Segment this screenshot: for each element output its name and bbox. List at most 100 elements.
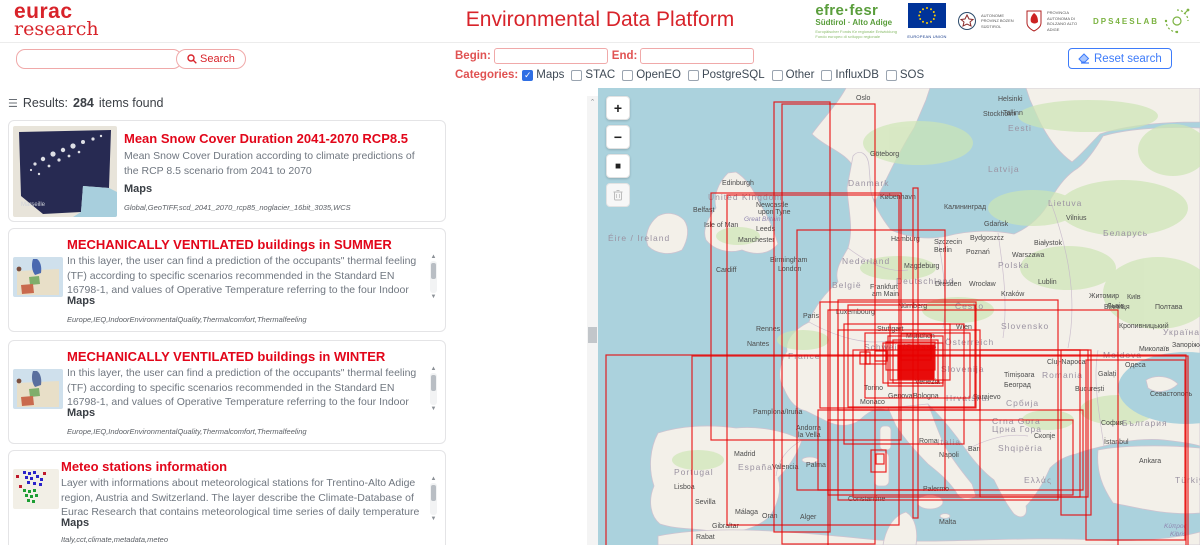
result-card-summer[interactable]: MECHANICALLY VENTILATED buildings in SUM… bbox=[8, 228, 446, 332]
result-card-snow-cover[interactable]: Marseille Mean Snow Cover Duration 2041-… bbox=[8, 120, 446, 222]
eraser-icon bbox=[1078, 53, 1090, 64]
scroll-down-icon[interactable]: ▼ bbox=[431, 406, 437, 412]
map-label: Helsinki bbox=[998, 96, 1023, 103]
eu-flag-logo: EUROPEAN UNION bbox=[907, 3, 947, 39]
search-input[interactable] bbox=[16, 49, 182, 69]
scroll-down-icon[interactable]: ▼ bbox=[431, 516, 437, 522]
result-category: Maps bbox=[67, 295, 96, 307]
map-label: Κύπρος bbox=[1164, 522, 1188, 530]
map-label: Одеса bbox=[1125, 362, 1146, 369]
scroll-up-icon[interactable]: ▲ bbox=[431, 476, 437, 482]
map-label: Paris bbox=[803, 313, 819, 320]
dps4eslab-icon bbox=[1164, 8, 1190, 34]
map-label: Lietuva bbox=[1048, 198, 1082, 208]
zoom-in-button[interactable]: + bbox=[606, 96, 630, 120]
result-title[interactable]: Meteo stations information bbox=[61, 459, 227, 474]
basemap[interactable]: OsloStockholmHelsinkiTallinnEestiLatvija… bbox=[598, 88, 1200, 545]
result-title[interactable]: MECHANICALLY VENTILATED buildings in WIN… bbox=[67, 349, 385, 364]
checkbox-maps[interactable]: ✓ bbox=[522, 69, 534, 81]
category-label: Maps bbox=[536, 69, 565, 81]
thumbnail[interactable] bbox=[13, 469, 59, 509]
scrollbar-up-icon[interactable]: ⌃ bbox=[587, 98, 598, 106]
category-label: InfluxDB bbox=[835, 69, 879, 81]
result-tags: Italy,cct,climate,metadata,meteo bbox=[61, 535, 168, 544]
map-label: Миколаїв bbox=[1139, 346, 1170, 353]
map-label: Warszawa bbox=[1012, 252, 1045, 259]
category-influxdb[interactable]: InfluxDB bbox=[821, 69, 879, 81]
checkbox-influxdb[interactable] bbox=[821, 69, 833, 81]
description-scrollbar[interactable]: ▲ ▼ bbox=[429, 476, 438, 522]
category-label: OpenEO bbox=[636, 69, 681, 81]
result-description: Layer with informations about meteorolog… bbox=[61, 477, 420, 518]
map-label: Manchester bbox=[738, 237, 775, 244]
checkbox-stac[interactable] bbox=[571, 69, 583, 81]
thumbnail[interactable] bbox=[13, 257, 63, 297]
result-title[interactable]: MECHANICALLY VENTILATED buildings in SUM… bbox=[67, 237, 392, 252]
map-label: Београд bbox=[1004, 382, 1031, 389]
map-label: Запоріжжя bbox=[1172, 341, 1200, 349]
map-label: София bbox=[1101, 420, 1124, 427]
categories-label: Categories: bbox=[455, 69, 519, 81]
thumbnail[interactable]: Marseille bbox=[13, 126, 117, 217]
result-tags: Europe,IEQ,IndoorEnvironmentalQuality,Th… bbox=[67, 315, 307, 324]
map-label: Monaco bbox=[860, 399, 885, 406]
result-title[interactable]: Mean Snow Cover Duration 2041-2070 RCP8.… bbox=[124, 131, 408, 146]
extent-tool-button[interactable]: ■ bbox=[606, 154, 630, 178]
checkbox-other[interactable] bbox=[771, 69, 783, 81]
category-maps[interactable]: ✓ Maps bbox=[522, 69, 564, 81]
category-sos[interactable]: SOS bbox=[885, 69, 924, 81]
reset-search-button[interactable]: Reset search bbox=[1068, 48, 1172, 69]
map-label: Lublin bbox=[1038, 279, 1057, 286]
description-scrollbar[interactable]: ▲ ▼ bbox=[429, 366, 438, 412]
end-date-input[interactable] bbox=[640, 48, 755, 64]
scrollbar-thumb[interactable] bbox=[588, 327, 597, 343]
result-card-winter[interactable]: MECHANICALLY VENTILATED buildings in WIN… bbox=[8, 340, 446, 444]
results-prefix: Results: bbox=[22, 96, 69, 110]
results-count: 284 bbox=[73, 96, 94, 110]
eu-flag-icon bbox=[907, 3, 946, 29]
results-header: ☰ Results: 284 items found bbox=[8, 96, 164, 110]
scroll-down-icon[interactable]: ▼ bbox=[431, 294, 437, 300]
map-label: Latvija bbox=[988, 164, 1020, 174]
category-postgresql[interactable]: PostgreSQL bbox=[687, 69, 765, 81]
category-other[interactable]: Other bbox=[771, 69, 814, 81]
map-label: Birmingham bbox=[770, 257, 808, 264]
result-card-meteo[interactable]: Meteo stations information Layer with in… bbox=[8, 450, 446, 545]
map-label: Göteborg bbox=[870, 151, 899, 158]
map-label: Berlin bbox=[934, 247, 952, 254]
svg-text:Marseille: Marseille bbox=[21, 202, 46, 208]
italy-emblem-icon bbox=[957, 12, 976, 31]
categories-row: Categories: ✓ Maps STAC OpenEO PostgreSQL Oth… bbox=[455, 69, 924, 81]
map-label: Gibraltar bbox=[712, 523, 740, 530]
category-stac[interactable]: STAC bbox=[571, 69, 615, 81]
zoom-out-button[interactable]: − bbox=[606, 125, 630, 149]
thumbnail[interactable] bbox=[13, 369, 63, 409]
map-label: Napoli bbox=[939, 452, 959, 459]
description-scrollbar[interactable]: ▲ ▼ bbox=[429, 254, 438, 300]
category-openeo[interactable]: OpenEO bbox=[622, 69, 681, 81]
dataset-footprint[interactable] bbox=[897, 344, 935, 380]
scroll-up-icon[interactable]: ▲ bbox=[431, 254, 437, 260]
map-label: Tallinn bbox=[1003, 110, 1023, 117]
map-panel[interactable]: Oslo Stockholm Helsinki Tallinn Eesti Latvija… bbox=[598, 88, 1200, 545]
map-label: Cardiff bbox=[716, 267, 737, 274]
map-label: Sarajevo bbox=[973, 394, 1001, 401]
map-label: Bydgoszcz bbox=[970, 235, 1004, 242]
map-label: Dresden bbox=[935, 281, 962, 288]
scroll-up-icon[interactable]: ▲ bbox=[431, 366, 437, 372]
clear-selection-button[interactable] bbox=[606, 183, 630, 207]
checkbox-sos[interactable] bbox=[885, 69, 897, 81]
efre-fesr-logo: efre·fesr Südtirol · Alto Adige Europäis… bbox=[815, 3, 897, 39]
map-label: Valencia bbox=[772, 464, 798, 471]
result-category: Maps bbox=[61, 517, 90, 529]
map-label: Madrid bbox=[734, 451, 756, 458]
checkbox-openeo[interactable] bbox=[622, 69, 634, 81]
map-label: Україна bbox=[1163, 327, 1200, 337]
begin-date-input[interactable] bbox=[493, 48, 608, 64]
map-label: Malta bbox=[939, 519, 956, 526]
results-panel: Marseille Mean Snow Cover Duration 2041-… bbox=[0, 112, 586, 545]
checkbox-postgresql[interactable] bbox=[687, 69, 699, 81]
search-button[interactable]: Search bbox=[176, 49, 246, 69]
page-scrollbar[interactable]: ⌃ bbox=[587, 96, 598, 545]
map-label: Oran bbox=[762, 513, 778, 520]
